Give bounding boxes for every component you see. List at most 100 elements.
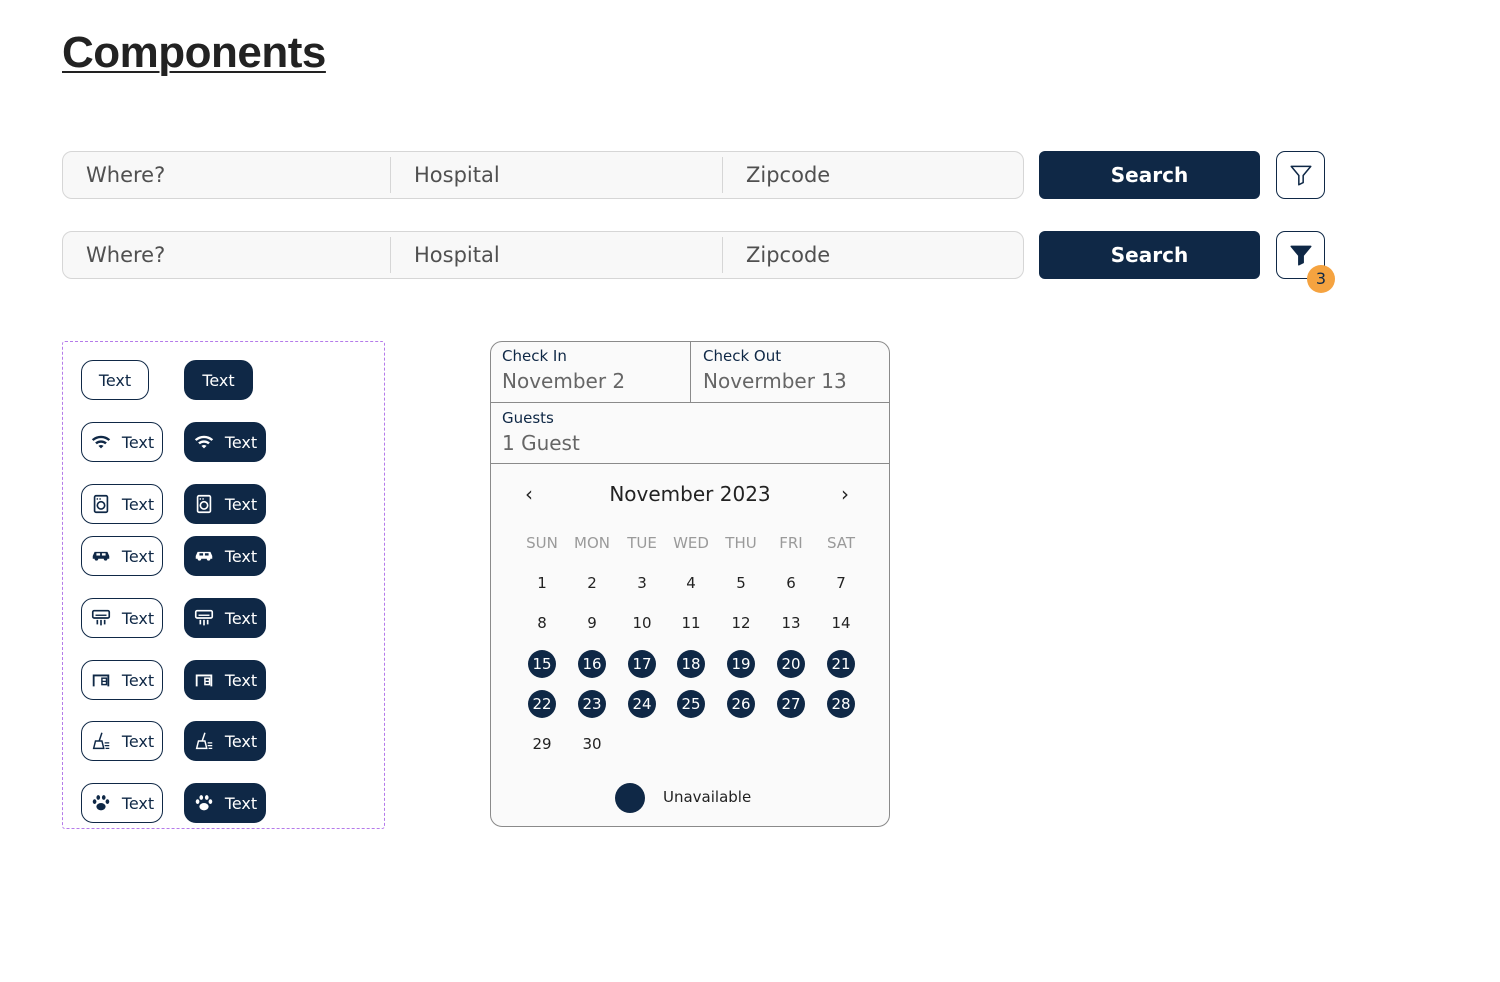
next-month-button[interactable]: › <box>841 482 849 506</box>
hospital-input[interactable]: Hospital <box>414 232 500 278</box>
chip-ac-outline[interactable]: Text <box>81 598 163 638</box>
chip-pets-filled[interactable]: Text <box>184 783 266 823</box>
weekday-header: FRI <box>779 534 803 552</box>
calendar-day[interactable]: 2 <box>578 569 606 597</box>
chip-text-filled[interactable]: Text <box>184 360 253 400</box>
calendar-day-unavailable: 19 <box>727 650 755 678</box>
calendar-day[interactable]: 8 <box>528 609 556 637</box>
search-bar: Where? Hospital Zipcode <box>62 151 1024 199</box>
divider <box>722 157 723 193</box>
check-out-field[interactable]: Check Out Novermber 13 <box>691 342 889 402</box>
chip-garage-filled[interactable]: Text <box>184 660 266 700</box>
chip-label: Text <box>121 731 155 751</box>
chip-wifi-outline[interactable]: Text <box>81 422 163 462</box>
calendar-day-unavailable: 26 <box>727 690 755 718</box>
filter-filled-icon <box>1289 245 1312 266</box>
garage-icon <box>92 674 110 687</box>
chip-label: Text <box>121 494 155 514</box>
chip-label: Text <box>121 670 155 690</box>
divider <box>390 237 391 273</box>
weekday-header: MON <box>574 534 610 552</box>
calendar-day[interactable]: 4 <box>677 569 705 597</box>
calendar-day[interactable]: 3 <box>628 569 656 597</box>
calendar-day[interactable]: 13 <box>777 609 805 637</box>
chip-wifi-filled[interactable]: Text <box>184 422 266 462</box>
filter-button[interactable] <box>1276 151 1325 199</box>
divider <box>722 237 723 273</box>
chip-car-outline[interactable]: Text <box>81 536 163 576</box>
chip-label: Text <box>98 370 132 390</box>
calendar-day-unavailable: 24 <box>628 690 656 718</box>
calendar-day[interactable]: 6 <box>777 569 805 597</box>
chip-car-filled[interactable]: Text <box>184 536 266 576</box>
search-button[interactable]: Search <box>1039 231 1260 279</box>
hospital-input[interactable]: Hospital <box>414 152 500 198</box>
page-title: Components <box>62 28 326 77</box>
chip-text-outline[interactable]: Text <box>81 360 149 400</box>
calendar-day[interactable]: 10 <box>628 609 656 637</box>
car-icon <box>195 551 213 561</box>
filter-count-badge: 3 <box>1307 265 1335 293</box>
calendar-day[interactable]: 12 <box>727 609 755 637</box>
where-input[interactable]: Where? <box>86 232 165 278</box>
chip-cleaning-outline[interactable]: Text <box>81 721 163 761</box>
calendar-day[interactable]: 9 <box>578 609 606 637</box>
zipcode-input[interactable]: Zipcode <box>746 152 830 198</box>
cleaning-broom-icon <box>92 732 110 750</box>
unavailable-legend-dot <box>615 783 645 813</box>
chip-label: Text <box>224 432 258 452</box>
where-input[interactable]: Where? <box>86 152 165 198</box>
calendar-day[interactable]: 11 <box>677 609 705 637</box>
unavailable-legend-label: Unavailable <box>663 788 752 806</box>
chip-label: Text <box>224 608 258 628</box>
guests-field[interactable]: Guests 1 Guest <box>491 403 889 463</box>
chip-garage-outline[interactable]: Text <box>81 660 163 700</box>
check-out-label: Check Out <box>703 347 782 365</box>
chip-label: Text <box>121 608 155 628</box>
chip-ac-filled[interactable]: Text <box>184 598 266 638</box>
check-in-value: November 2 <box>502 369 626 393</box>
search-bar: Where? Hospital Zipcode <box>62 231 1024 279</box>
calendar-day[interactable]: 14 <box>827 609 855 637</box>
guests-value: 1 Guest <box>502 431 580 455</box>
weekday-header: WED <box>673 534 709 552</box>
chip-label: Text <box>121 793 155 813</box>
washer-icon <box>93 494 109 514</box>
chip-label: Text <box>224 494 258 514</box>
washer-icon <box>196 494 212 514</box>
guests-label: Guests <box>502 409 554 427</box>
chip-label: Text <box>202 370 235 390</box>
chip-label: Text <box>224 731 258 751</box>
chip-pets-outline[interactable]: Text <box>81 783 163 823</box>
cleaning-broom-icon <box>195 732 213 750</box>
calendar-day[interactable]: 29 <box>528 730 556 758</box>
calendar-day-unavailable: 21 <box>827 650 855 678</box>
check-out-value: Novermber 13 <box>703 369 847 393</box>
calendar-day-unavailable: 25 <box>677 690 705 718</box>
search-button[interactable]: Search <box>1039 151 1260 199</box>
calendar-day[interactable]: 1 <box>528 569 556 597</box>
zipcode-input[interactable]: Zipcode <box>746 232 830 278</box>
paw-icon <box>195 795 213 811</box>
filter-outline-icon <box>1289 165 1312 186</box>
check-in-field[interactable]: Check In November 2 <box>491 342 690 402</box>
weekday-header: THU <box>725 534 757 552</box>
calendar-day[interactable]: 30 <box>578 730 606 758</box>
divider <box>491 463 889 464</box>
calendar-day[interactable]: 7 <box>827 569 855 597</box>
calendar-day[interactable]: 5 <box>727 569 755 597</box>
calendar-day-unavailable: 17 <box>628 650 656 678</box>
chip-cleaning-filled[interactable]: Text <box>184 721 266 761</box>
calendar-day-unavailable: 16 <box>578 650 606 678</box>
chip-washer-outline[interactable]: Text <box>81 484 163 524</box>
month-title: November 2023 <box>609 482 771 506</box>
chip-label: Text <box>121 546 155 566</box>
chip-label: Text <box>224 546 258 566</box>
weekday-header: SAT <box>826 534 856 552</box>
calendar-day-unavailable: 20 <box>777 650 805 678</box>
check-in-label: Check In <box>502 347 567 365</box>
garage-icon <box>195 674 213 687</box>
chip-label: Text <box>224 793 258 813</box>
chip-washer-filled[interactable]: Text <box>184 484 266 524</box>
wifi-icon <box>194 435 213 449</box>
